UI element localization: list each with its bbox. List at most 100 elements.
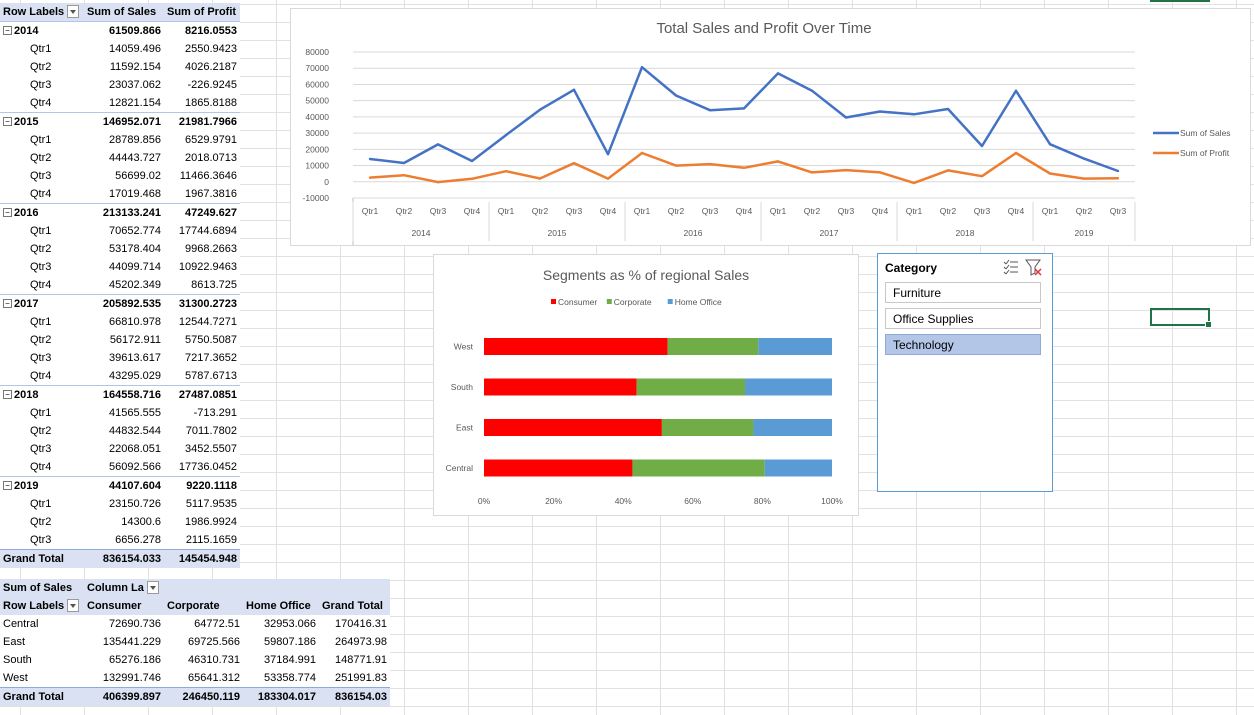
- data-point[interactable]: [538, 177, 542, 180]
- collapse-icon[interactable]: −: [3, 116, 12, 126]
- data-point[interactable]: [402, 161, 406, 165]
- data-point[interactable]: [606, 177, 610, 180]
- bar-segment[interactable]: [632, 459, 765, 477]
- data-point[interactable]: [844, 168, 848, 172]
- slicer-item-office-supplies[interactable]: Office Supplies: [885, 308, 1041, 329]
- data-point[interactable]: [810, 171, 814, 174]
- region-row: Central 72690.736 64772.51 32953.066 170416.…: [0, 615, 390, 633]
- data-point[interactable]: [1048, 172, 1052, 175]
- data-point[interactable]: [504, 133, 508, 137]
- quarter-profit: 1986.9924: [185, 516, 237, 528]
- region-row: South 65276.186 46310.731 37184.991 148771.9…: [0, 651, 390, 669]
- data-point[interactable]: [1014, 151, 1018, 155]
- quarter-sales: 44099.714: [109, 261, 161, 273]
- data-point[interactable]: [742, 166, 746, 170]
- series-line-0[interactable]: [369, 65, 1119, 173]
- year-label[interactable]: −2017: [0, 294, 84, 313]
- data-point[interactable]: [402, 174, 406, 177]
- data-point[interactable]: [538, 108, 542, 111]
- year-label[interactable]: −2019: [0, 476, 84, 495]
- quarter-label: Qtr4: [30, 461, 52, 473]
- slicer-item-technology[interactable]: Technology: [885, 334, 1041, 355]
- data-point[interactable]: [878, 110, 882, 113]
- data-point[interactable]: [504, 169, 508, 173]
- data-point[interactable]: [470, 159, 474, 163]
- multi-select-icon[interactable]: [1003, 259, 1018, 275]
- data-point[interactable]: [674, 94, 678, 97]
- filter-dropdown-button[interactable]: [67, 4, 80, 18]
- year-label[interactable]: −2014: [0, 21, 84, 40]
- segment-column-header: Grand Total: [319, 597, 390, 615]
- row-filter-dropdown[interactable]: [67, 598, 80, 612]
- category-slicer[interactable]: Category Furniture Office Supplies Technol…: [877, 253, 1053, 492]
- bar-segment[interactable]: [484, 378, 637, 396]
- collapse-icon[interactable]: −: [3, 480, 12, 490]
- data-point[interactable]: [1014, 89, 1018, 92]
- data-point[interactable]: [436, 180, 440, 184]
- year-label[interactable]: −2016: [0, 203, 84, 222]
- data-point[interactable]: [912, 181, 916, 185]
- bar-segment[interactable]: [753, 419, 832, 436]
- data-point[interactable]: [1082, 157, 1086, 160]
- region-value: 53358.774: [264, 672, 316, 684]
- data-point[interactable]: [878, 171, 882, 174]
- data-point[interactable]: [776, 160, 780, 163]
- data-point[interactable]: [708, 109, 712, 112]
- legend-label: Home Office: [675, 297, 722, 307]
- data-point[interactable]: [640, 65, 644, 69]
- data-point[interactable]: [946, 107, 950, 111]
- data-point[interactable]: [844, 116, 848, 119]
- x-tick-label: 20%: [545, 496, 562, 506]
- data-point[interactable]: [1082, 177, 1086, 180]
- bar-segment[interactable]: [661, 419, 754, 436]
- collapse-icon[interactable]: −: [3, 298, 12, 308]
- y-category-label: Central: [446, 463, 474, 473]
- data-point[interactable]: [776, 72, 780, 75]
- data-point[interactable]: [436, 143, 440, 146]
- year-label[interactable]: −2018: [0, 385, 84, 404]
- data-point[interactable]: [674, 164, 678, 167]
- data-point[interactable]: [742, 107, 746, 110]
- bar-segment[interactable]: [667, 338, 759, 355]
- data-point[interactable]: [912, 113, 916, 116]
- data-point[interactable]: [980, 144, 984, 148]
- collapse-icon[interactable]: −: [3, 207, 12, 217]
- data-point[interactable]: [980, 174, 984, 178]
- data-point[interactable]: [606, 152, 610, 156]
- data-point[interactable]: [810, 89, 814, 92]
- data-point[interactable]: [572, 161, 576, 165]
- slicer-item-furniture[interactable]: Furniture: [885, 282, 1041, 303]
- bar-segment[interactable]: [484, 459, 633, 477]
- data-point[interactable]: [708, 162, 712, 166]
- data-point[interactable]: [640, 151, 644, 155]
- year-label[interactable]: −2015: [0, 112, 84, 131]
- data-point[interactable]: [470, 177, 474, 180]
- row-labels-header[interactable]: Row Labels: [0, 597, 84, 615]
- column-filter-dropdown[interactable]: [146, 580, 159, 594]
- collapse-icon[interactable]: −: [3, 389, 12, 399]
- line-chart-sales-profit[interactable]: Total Sales and Profit Over Time 80000 700…: [290, 8, 1251, 246]
- bar-chart-segments[interactable]: Segments as % of regional Sales Consumer C…: [433, 254, 859, 516]
- column-labels-header[interactable]: Column La: [84, 579, 164, 597]
- bar-segment[interactable]: [745, 378, 832, 396]
- data-point[interactable]: [1116, 177, 1120, 180]
- data-point[interactable]: [1116, 169, 1120, 173]
- bar-segment[interactable]: [758, 338, 832, 355]
- data-point[interactable]: [368, 176, 372, 179]
- selected-cell[interactable]: [1150, 308, 1212, 328]
- bar-segment[interactable]: [484, 419, 662, 436]
- x-tick-label: Qtr1: [1042, 206, 1059, 216]
- x-tick-label: Qtr3: [430, 206, 447, 216]
- year-profit: 21981.7966: [164, 112, 240, 131]
- data-point[interactable]: [572, 88, 576, 91]
- data-point[interactable]: [368, 157, 372, 161]
- data-point[interactable]: [946, 169, 950, 172]
- collapse-icon[interactable]: −: [3, 25, 12, 35]
- clear-filter-icon[interactable]: [1025, 259, 1042, 276]
- quarter-profit: 4026.2187: [185, 61, 237, 73]
- data-point[interactable]: [1048, 143, 1052, 146]
- bar-segment[interactable]: [764, 459, 832, 477]
- bar-segment[interactable]: [636, 378, 746, 396]
- row-labels-header[interactable]: Row Labels: [0, 3, 84, 22]
- bar-segment[interactable]: [484, 338, 668, 355]
